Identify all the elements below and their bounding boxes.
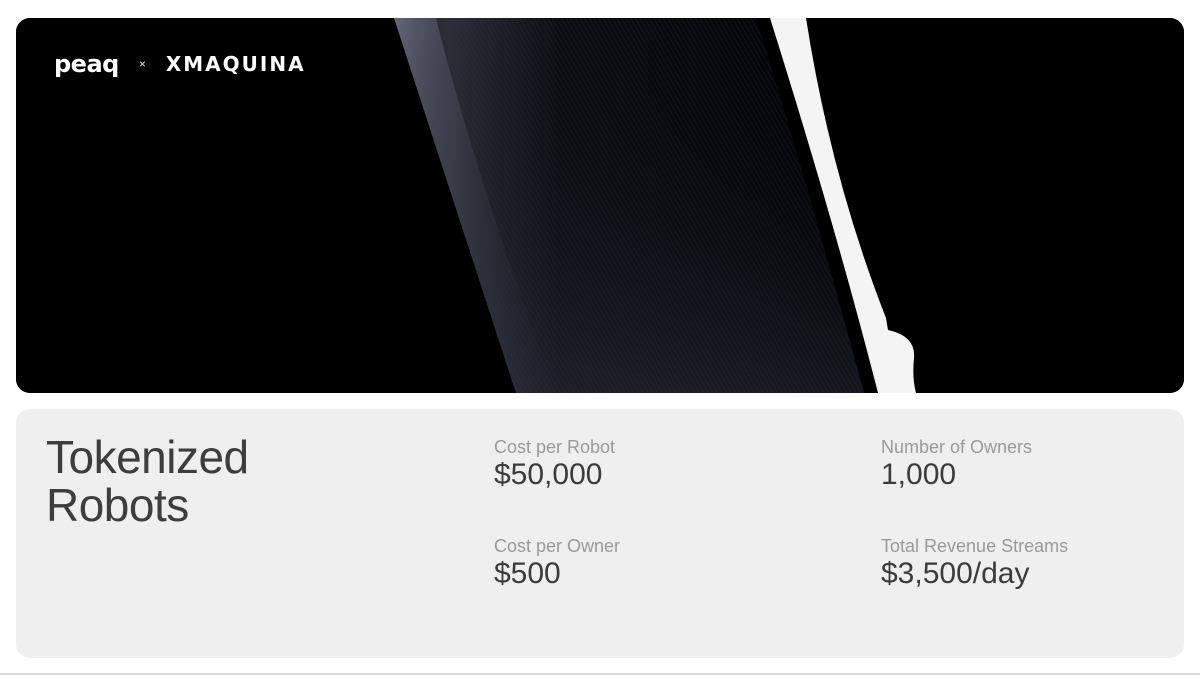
title-line-1: Tokenized — [46, 431, 249, 483]
stat-total-revenue-streams: Total Revenue Streams $3,500/day — [881, 535, 1161, 591]
page: peaq × XMAQUINA Tokenized Robots Cost pe… — [0, 0, 1200, 675]
stat-label: Cost per Robot — [494, 437, 616, 457]
stat-number-of-owners: Number of Owners 1,000 — [881, 436, 1161, 492]
stat-cost-per-robot: Cost per Robot $50,000 — [494, 436, 774, 492]
stat-cost-per-owner: Cost per Owner $500 — [494, 535, 774, 591]
stat-value: $50,000 — [494, 458, 603, 491]
stat-value: $500 — [494, 557, 561, 590]
stat-label: Number of Owners — [881, 437, 1033, 457]
brand-separator: × — [138, 57, 146, 71]
stat-value: $3,500/day — [881, 557, 1030, 590]
peaq-logo: peaq — [54, 50, 119, 78]
title-line-2: Robots — [46, 479, 189, 531]
stat-label: Total Revenue Streams — [881, 536, 1069, 556]
xmaquina-logo: XMAQUINA — [165, 52, 306, 76]
stat-label: Cost per Owner — [494, 536, 621, 556]
card-title: Tokenized Robots — [46, 433, 249, 529]
stat-value: 1,000 — [881, 458, 957, 491]
hero-banner: peaq × XMAQUINA — [16, 18, 1184, 393]
brand-logos: peaq × XMAQUINA — [54, 52, 306, 76]
info-card: Tokenized Robots Cost per Robot $50,000 … — [16, 409, 1184, 658]
